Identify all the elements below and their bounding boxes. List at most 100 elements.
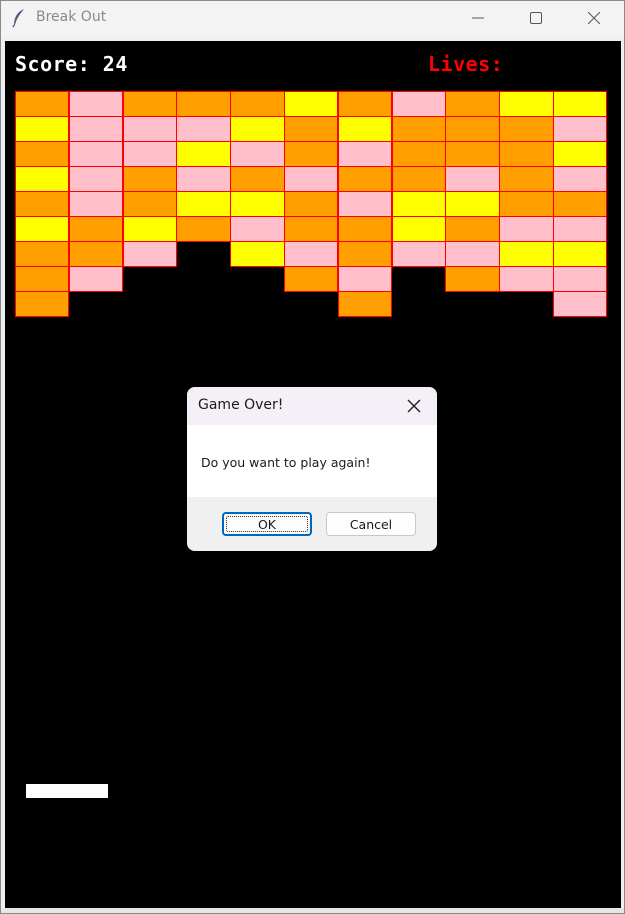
- brick: [445, 191, 500, 217]
- brick: [68, 91, 124, 117]
- brick: [230, 141, 285, 167]
- brick: [15, 191, 70, 217]
- brick: [122, 191, 177, 217]
- brick: [122, 166, 177, 192]
- brick: [337, 266, 393, 292]
- brick: [284, 266, 339, 292]
- brick: [499, 241, 554, 267]
- dialog-body: Do you want to play again!: [187, 425, 437, 497]
- brick: [445, 266, 500, 292]
- brick: [445, 141, 500, 167]
- brick: [499, 166, 554, 192]
- brick: [15, 241, 70, 267]
- brick: [176, 141, 231, 167]
- brick: [122, 141, 177, 167]
- brick: [230, 216, 285, 242]
- brick: [553, 266, 608, 292]
- lives-label: Lives:: [428, 52, 504, 76]
- ok-button[interactable]: OK: [222, 512, 312, 536]
- brick: [230, 191, 285, 217]
- brick: [445, 116, 500, 142]
- brick: [553, 241, 608, 267]
- brick: [337, 241, 393, 267]
- window-bottom-edge: [1, 908, 624, 913]
- brick: [499, 216, 554, 242]
- focus-ring: [226, 516, 308, 532]
- window-title: Break Out: [36, 9, 107, 25]
- brick: [15, 216, 70, 242]
- brick: [337, 141, 393, 167]
- brick: [553, 91, 608, 117]
- brick: [499, 141, 554, 167]
- dialog-title-bar[interactable]: Game Over!: [187, 387, 437, 425]
- brick: [553, 191, 608, 217]
- dialog-footer: OK Cancel: [187, 497, 437, 551]
- brick: [499, 91, 554, 117]
- close-button[interactable]: [565, 1, 623, 35]
- brick: [122, 241, 177, 267]
- minimize-icon: [472, 9, 484, 28]
- brick: [391, 91, 446, 117]
- brick: [284, 241, 339, 267]
- brick: [284, 216, 339, 242]
- brick: [68, 116, 124, 142]
- brick: [391, 166, 446, 192]
- brick: [284, 91, 339, 117]
- brick: [445, 91, 500, 117]
- brick: [176, 191, 231, 217]
- brick: [445, 241, 500, 267]
- brick: [15, 166, 70, 192]
- brick: [337, 291, 393, 317]
- brick: [391, 116, 446, 142]
- brick: [15, 266, 70, 292]
- brick: [68, 216, 124, 242]
- brick: [176, 91, 231, 117]
- brick: [284, 116, 339, 142]
- dialog-title: Game Over!: [198, 397, 284, 413]
- brick: [391, 141, 446, 167]
- brick: [499, 191, 554, 217]
- brick: [499, 266, 554, 292]
- paddle[interactable]: [26, 784, 108, 798]
- brick: [553, 141, 608, 167]
- dialog-close-icon[interactable]: [405, 397, 423, 415]
- cancel-button-label: Cancel: [349, 516, 393, 532]
- brick: [68, 141, 124, 167]
- brick: [176, 116, 231, 142]
- brick: [15, 116, 70, 142]
- brick: [15, 91, 70, 117]
- brick: [391, 191, 446, 217]
- brick: [122, 91, 177, 117]
- brick: [391, 216, 446, 242]
- game-window: Break Out Score: 24 Lives: Game Over! Do…: [0, 0, 625, 914]
- brick: [553, 216, 608, 242]
- brick: [284, 191, 339, 217]
- brick: [337, 191, 393, 217]
- brick: [68, 241, 124, 267]
- brick: [337, 91, 393, 117]
- cancel-button[interactable]: Cancel: [326, 512, 416, 536]
- brick: [284, 141, 339, 167]
- minimize-button[interactable]: [449, 1, 507, 35]
- brick: [68, 266, 124, 292]
- brick: [68, 166, 124, 192]
- brick: [68, 191, 124, 217]
- brick: [553, 166, 608, 192]
- brick: [337, 116, 393, 142]
- brick: [284, 166, 339, 192]
- brick: [230, 166, 285, 192]
- brick: [230, 116, 285, 142]
- brick: [337, 216, 393, 242]
- maximize-button[interactable]: [507, 1, 565, 35]
- feather-icon: [11, 8, 27, 28]
- brick: [499, 116, 554, 142]
- brick: [122, 116, 177, 142]
- brick: [445, 166, 500, 192]
- brick: [553, 291, 608, 317]
- brick: [176, 216, 231, 242]
- brick: [15, 291, 70, 317]
- game-over-dialog: Game Over! Do you want to play again! OK…: [187, 387, 437, 551]
- dialog-message: Do you want to play again!: [201, 455, 371, 470]
- title-bar[interactable]: Break Out: [1, 1, 624, 36]
- brick: [445, 216, 500, 242]
